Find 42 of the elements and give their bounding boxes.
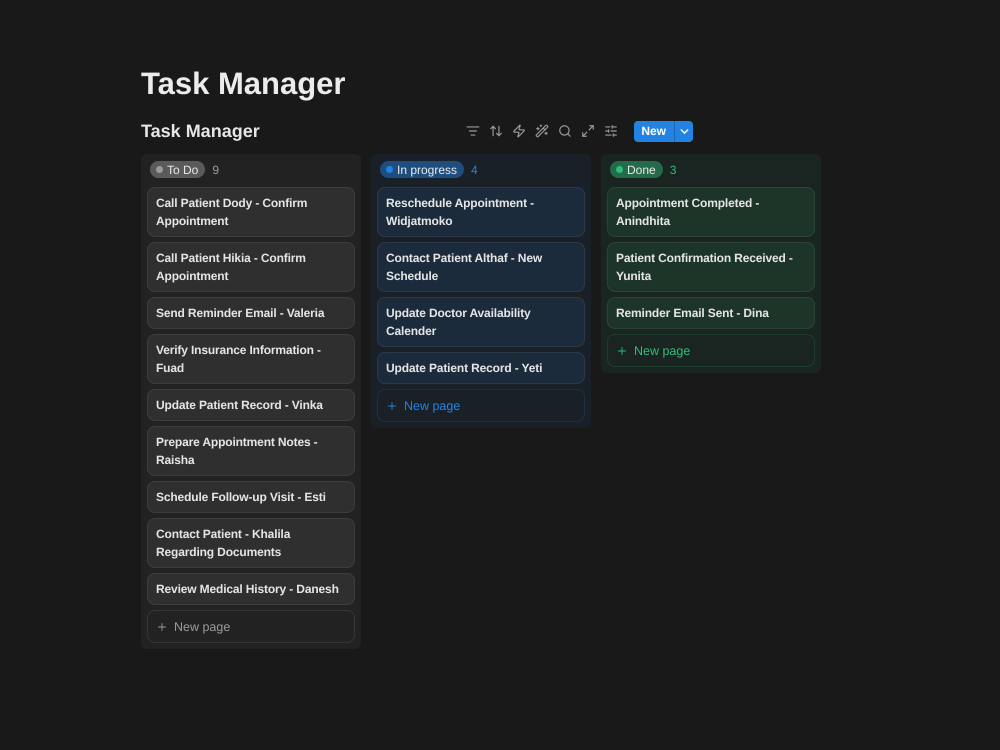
task-card[interactable]: Verify Insurance Information - Fuad [147, 334, 355, 384]
plus-icon [386, 400, 398, 412]
card-count: 9 [212, 162, 220, 176]
magic-wand-icon[interactable] [535, 124, 550, 138]
view-title: Task Manager [141, 120, 260, 142]
task-card[interactable]: Reschedule Appointment - Widjatmoko [377, 187, 585, 237]
card-count: 4 [471, 162, 478, 176]
task-card[interactable]: Send Reminder Email - Valeria [147, 297, 355, 329]
task-card[interactable]: Update Patient Record - Vinka [147, 389, 355, 421]
task-card[interactable]: Review Medical History - Danesh [147, 573, 355, 605]
new-page-label: New page [174, 620, 230, 634]
lightning-icon[interactable] [512, 124, 526, 138]
card-count: 3 [670, 162, 676, 176]
new-page-label: New page [634, 344, 690, 358]
task-card[interactable]: Reminder Email Sent - Dina [607, 297, 815, 329]
new-page-label: New page [404, 398, 460, 412]
task-card[interactable]: Update Doctor Availability Calender [377, 297, 585, 347]
sort-icon[interactable] [489, 124, 504, 138]
status-label: Done [627, 162, 656, 176]
filter-icon[interactable] [466, 124, 480, 138]
expand-icon[interactable] [581, 124, 596, 138]
new-button[interactable]: New [634, 120, 674, 142]
task-card[interactable]: Prepare Appointment Notes - Raisha [147, 426, 355, 476]
task-card[interactable]: Patient Confirmation Received - Yunita [607, 242, 815, 292]
dropdown-button[interactable] [674, 120, 693, 142]
status-label: To Do [167, 162, 198, 176]
task-card[interactable]: Call Patient Hikia - Confirm Appointment [147, 242, 355, 292]
task-card[interactable]: Update Patient Record - Yeti [377, 352, 585, 384]
search-icon[interactable] [558, 124, 572, 138]
settings-icon[interactable] [604, 124, 618, 138]
task-card[interactable]: Contact Patient - Khalila Regarding Documents [147, 518, 355, 568]
new-page-button[interactable]: New page [147, 610, 355, 643]
task-card[interactable]: Appointment Completed - Anindhita [607, 187, 815, 237]
task-card[interactable]: Schedule Follow-up Visit - Esti [147, 481, 355, 513]
page-title: Task Manager [141, 65, 346, 103]
plus-icon [156, 620, 168, 632]
new-page-button[interactable]: New page [607, 334, 815, 367]
plus-icon [616, 344, 628, 356]
new-page-button[interactable]: New page [377, 389, 585, 422]
task-card[interactable]: Call Patient Dody - Confirm Appointment [147, 187, 355, 237]
task-card[interactable]: Contact Patient Althaf - New Schedule [377, 242, 585, 292]
status-label: In progress [397, 162, 458, 176]
